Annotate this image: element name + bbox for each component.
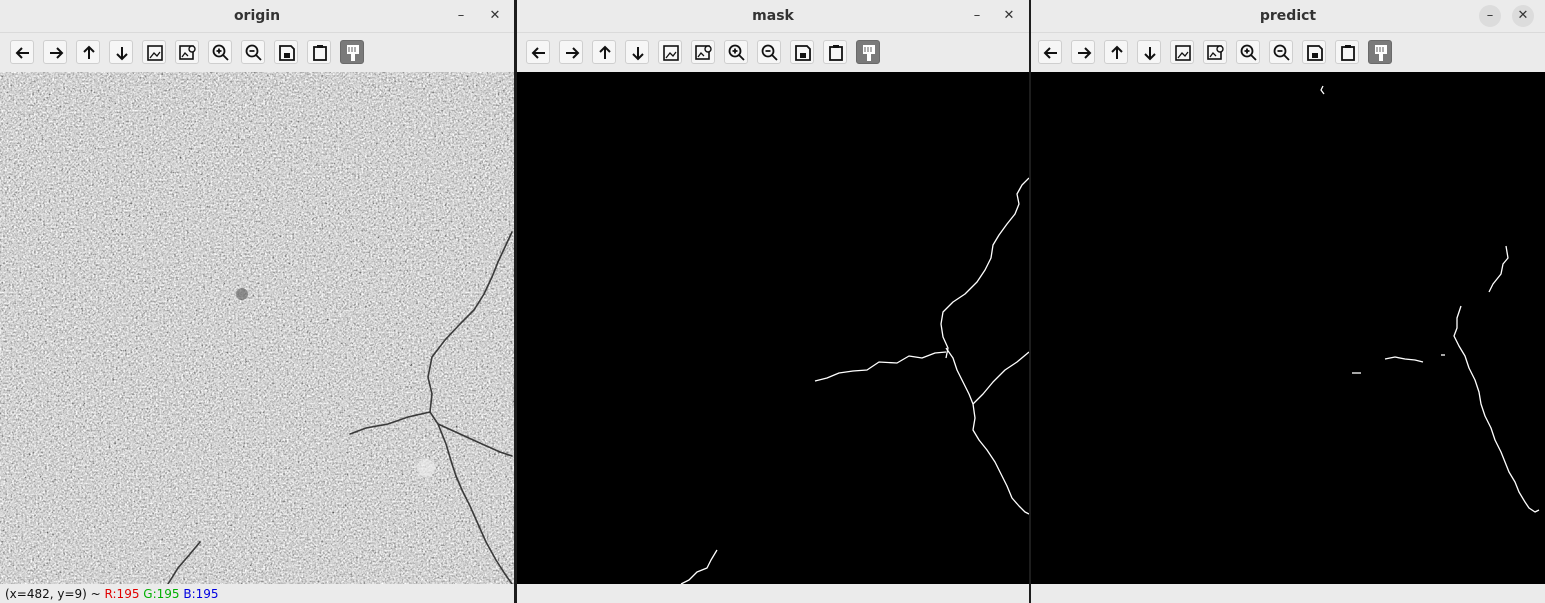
- toolbar: [1031, 33, 1545, 72]
- zoom-out-icon[interactable]: [241, 40, 265, 64]
- save-icon[interactable]: [790, 40, 814, 64]
- zoom-fit-icon[interactable]: [142, 40, 166, 64]
- close-button[interactable]: ✕: [1512, 5, 1534, 27]
- pan-up-icon[interactable]: [1104, 40, 1128, 64]
- pan-down-icon[interactable]: [1137, 40, 1161, 64]
- pan-right-icon[interactable]: [1071, 40, 1095, 64]
- origin-window: origin – ✕ (x=482, y=9) ~ R:195 G:195 B:…: [0, 0, 514, 603]
- concrete-texture-image: [0, 72, 514, 584]
- predict-window: predict – ✕: [1031, 0, 1545, 603]
- pan-left-icon[interactable]: [10, 40, 34, 64]
- pan-down-icon[interactable]: [625, 40, 649, 64]
- properties-icon[interactable]: [1368, 40, 1392, 64]
- close-button[interactable]: ✕: [998, 5, 1020, 27]
- save-icon[interactable]: [1302, 40, 1326, 64]
- copy-clipboard-icon[interactable]: [823, 40, 847, 64]
- copy-clipboard-icon[interactable]: [1335, 40, 1359, 64]
- toolbar: [0, 33, 514, 72]
- zoom-original-icon[interactable]: [691, 40, 715, 64]
- zoom-original-icon[interactable]: [175, 40, 199, 64]
- prediction-image: [1031, 72, 1545, 584]
- minimize-button[interactable]: –: [450, 5, 472, 27]
- blue-value: B:195: [183, 587, 219, 601]
- mask-window: mask – ✕: [517, 0, 1029, 603]
- image-canvas[interactable]: [517, 72, 1029, 584]
- pan-left-icon[interactable]: [526, 40, 550, 64]
- status-bar: [517, 584, 1029, 603]
- status-bar: [1031, 584, 1545, 603]
- zoom-fit-icon[interactable]: [658, 40, 682, 64]
- copy-clipboard-icon[interactable]: [307, 40, 331, 64]
- status-bar: (x=482, y=9) ~ R:195 G:195 B:195: [0, 584, 514, 603]
- title-bar[interactable]: mask – ✕: [517, 0, 1029, 33]
- mask-image: [517, 72, 1029, 584]
- image-canvas[interactable]: [0, 72, 514, 584]
- cursor-coords: (x=482, y=9) ~: [5, 587, 101, 601]
- green-value: G:195: [143, 587, 180, 601]
- title-bar[interactable]: predict – ✕: [1031, 0, 1545, 33]
- pan-up-icon[interactable]: [592, 40, 616, 64]
- pan-right-icon[interactable]: [43, 40, 67, 64]
- pan-left-icon[interactable]: [1038, 40, 1062, 64]
- properties-icon[interactable]: [856, 40, 880, 64]
- title-bar[interactable]: origin – ✕: [0, 0, 514, 33]
- minimize-button[interactable]: –: [1479, 5, 1501, 27]
- zoom-in-icon[interactable]: [724, 40, 748, 64]
- toolbar: [517, 33, 1029, 72]
- image-canvas[interactable]: [1031, 72, 1545, 584]
- save-icon[interactable]: [274, 40, 298, 64]
- zoom-in-icon[interactable]: [1236, 40, 1260, 64]
- zoom-in-icon[interactable]: [208, 40, 232, 64]
- pan-up-icon[interactable]: [76, 40, 100, 64]
- red-value: R:195: [104, 587, 140, 601]
- pixel-readout: (x=482, y=9) ~ R:195 G:195 B:195: [5, 587, 219, 601]
- zoom-original-icon[interactable]: [1203, 40, 1227, 64]
- close-button[interactable]: ✕: [484, 5, 506, 27]
- window-title: mask: [752, 8, 794, 24]
- zoom-fit-icon[interactable]: [1170, 40, 1194, 64]
- pan-down-icon[interactable]: [109, 40, 133, 64]
- properties-icon[interactable]: [340, 40, 364, 64]
- window-title: predict: [1259, 8, 1317, 24]
- minimize-button[interactable]: –: [966, 5, 988, 27]
- window-title: origin: [233, 8, 281, 24]
- pan-right-icon[interactable]: [559, 40, 583, 64]
- zoom-out-icon[interactable]: [1269, 40, 1293, 64]
- zoom-out-icon[interactable]: [757, 40, 781, 64]
